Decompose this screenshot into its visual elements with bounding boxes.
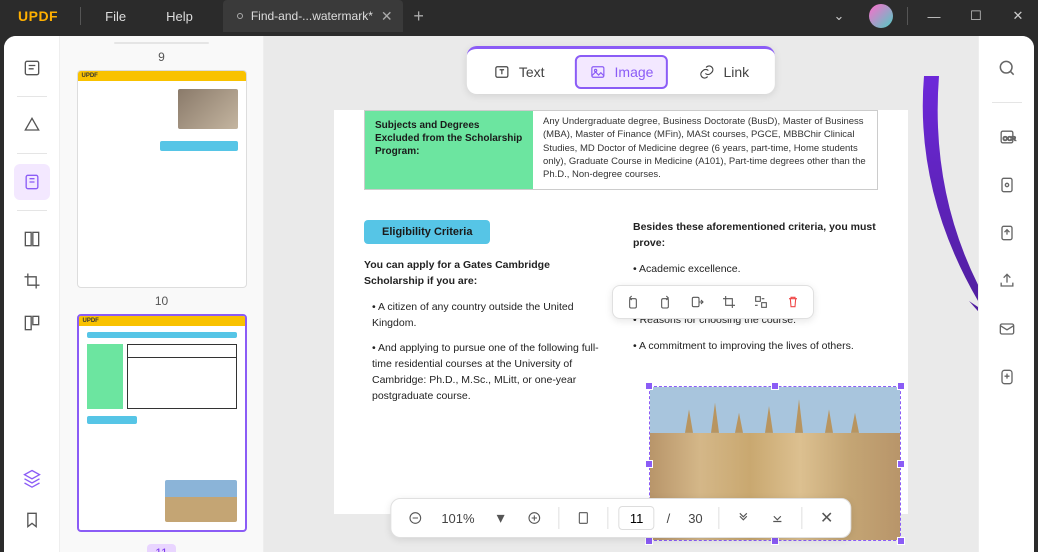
page-number-11: 11 bbox=[147, 544, 175, 552]
extract-icon[interactable] bbox=[683, 288, 711, 316]
document-area[interactable]: Text Image Link Subjects and Degrees Exc… bbox=[264, 36, 978, 552]
bottom-toolbar: 101% ▾ / 30 ✕ bbox=[390, 498, 851, 538]
right-rail: OCR bbox=[978, 36, 1034, 552]
image-tool-button[interactable]: Image bbox=[575, 55, 668, 89]
organize-icon[interactable] bbox=[14, 221, 50, 257]
image-edit-toolbar bbox=[612, 285, 814, 319]
user-avatar[interactable] bbox=[869, 4, 893, 28]
share-icon[interactable] bbox=[989, 263, 1025, 299]
excluded-subjects-body: Any Undergraduate degree, Business Docto… bbox=[533, 111, 877, 189]
rotate-left-icon[interactable] bbox=[619, 288, 647, 316]
bookmark-icon[interactable] bbox=[14, 502, 50, 538]
page-input: / 30 bbox=[619, 506, 709, 530]
menu-file[interactable]: File bbox=[85, 9, 146, 24]
thumbnail-panel[interactable]: 9 UPDF 10 UPDF 11 bbox=[60, 36, 264, 552]
maximize-icon[interactable]: ☐ bbox=[956, 0, 996, 32]
zoom-value: 101% bbox=[435, 511, 480, 526]
titlebar: UPDF File Help Find-and-...watermark* ✕ … bbox=[0, 0, 1038, 32]
tools-icon[interactable] bbox=[14, 305, 50, 341]
minimize-icon[interactable]: — bbox=[914, 0, 954, 32]
delete-icon[interactable] bbox=[779, 288, 807, 316]
protect-icon[interactable] bbox=[989, 167, 1025, 203]
resize-handle[interactable] bbox=[645, 460, 653, 468]
resize-handle[interactable] bbox=[645, 382, 653, 390]
rotate-right-icon[interactable] bbox=[651, 288, 679, 316]
page-separator: / bbox=[661, 511, 677, 526]
text-label: Text bbox=[519, 64, 545, 80]
print-icon[interactable] bbox=[989, 359, 1025, 395]
text-tool-button[interactable]: Text bbox=[481, 57, 557, 87]
page-total: 30 bbox=[682, 511, 708, 526]
image-label: Image bbox=[615, 64, 654, 80]
left-bullet-2: • And applying to pursue one of the foll… bbox=[364, 341, 609, 404]
close-icon[interactable]: ✕ bbox=[998, 0, 1038, 32]
svg-text:OCR: OCR bbox=[1002, 136, 1015, 142]
excluded-subjects-box: Subjects and Degrees Excluded from the S… bbox=[364, 110, 878, 190]
left-intro: You can apply for a Gates Cambridge Scho… bbox=[364, 259, 550, 287]
tab-title: Find-and-...watermark* bbox=[251, 9, 373, 23]
link-tool-button[interactable]: Link bbox=[685, 57, 761, 87]
page-number-10: 10 bbox=[74, 294, 249, 308]
add-tab-button[interactable]: + bbox=[403, 6, 435, 27]
right-bullet-4: • A commitment to improving the lives of… bbox=[633, 339, 878, 355]
resize-handle[interactable] bbox=[897, 537, 905, 545]
resize-handle[interactable] bbox=[645, 537, 653, 545]
divider bbox=[907, 7, 908, 25]
left-rail bbox=[4, 36, 60, 552]
excluded-subjects-heading: Subjects and Degrees Excluded from the S… bbox=[365, 111, 533, 189]
resize-handle[interactable] bbox=[771, 382, 779, 390]
right-bullet-1: • Academic excellence. bbox=[633, 262, 878, 278]
zoom-dropdown-icon[interactable]: ▾ bbox=[487, 504, 515, 532]
left-bullet-1: • A citizen of any country outside the U… bbox=[364, 300, 609, 332]
thumbnail-page-10[interactable]: UPDF bbox=[77, 70, 247, 288]
link-icon bbox=[697, 63, 715, 81]
ocr-icon[interactable]: OCR bbox=[989, 119, 1025, 155]
resize-handle[interactable] bbox=[897, 382, 905, 390]
layers-icon[interactable] bbox=[14, 460, 50, 496]
crop-image-icon[interactable] bbox=[715, 288, 743, 316]
page-last-icon[interactable] bbox=[764, 504, 792, 532]
tab-indicator-icon bbox=[237, 13, 243, 19]
document-tab[interactable]: Find-and-...watermark* ✕ bbox=[223, 0, 403, 32]
save-as-icon[interactable] bbox=[989, 215, 1025, 251]
link-label: Link bbox=[723, 64, 749, 80]
replace-icon[interactable] bbox=[747, 288, 775, 316]
menu-help[interactable]: Help bbox=[146, 9, 213, 24]
chevron-down-icon[interactable]: ⌄ bbox=[819, 0, 859, 32]
divider bbox=[80, 7, 81, 25]
page-number-input[interactable] bbox=[619, 506, 655, 530]
resize-handle[interactable] bbox=[771, 537, 779, 545]
page-down-icon[interactable] bbox=[730, 504, 758, 532]
email-icon[interactable] bbox=[989, 311, 1025, 347]
resize-handle[interactable] bbox=[897, 460, 905, 468]
workspace: 9 UPDF 10 UPDF 11 Text Image bbox=[4, 36, 1034, 552]
app-logo: UPDF bbox=[0, 8, 76, 24]
close-tab-icon[interactable]: ✕ bbox=[381, 8, 393, 25]
thumbnail-page-11[interactable]: UPDF bbox=[77, 314, 247, 532]
annotate-icon[interactable] bbox=[14, 107, 50, 143]
edit-icon[interactable] bbox=[14, 164, 50, 200]
fit-page-icon[interactable] bbox=[570, 504, 598, 532]
left-column: Eligibility Criteria You can apply for a… bbox=[364, 220, 609, 414]
criteria-heading: Eligibility Criteria bbox=[364, 220, 490, 244]
close-toolbar-icon[interactable]: ✕ bbox=[813, 504, 841, 532]
edit-toolbar: Text Image Link bbox=[467, 46, 775, 94]
page-number-9: 9 bbox=[74, 50, 249, 64]
search-icon[interactable] bbox=[989, 50, 1025, 86]
crop-icon[interactable] bbox=[14, 263, 50, 299]
image-icon bbox=[589, 63, 607, 81]
zoom-in-button[interactable] bbox=[521, 504, 549, 532]
right-intro: Besides these aforementioned criteria, y… bbox=[633, 221, 876, 249]
reader-icon[interactable] bbox=[14, 50, 50, 86]
annotation-arrow-icon bbox=[904, 76, 978, 356]
text-icon bbox=[493, 63, 511, 81]
zoom-out-button[interactable] bbox=[401, 504, 429, 532]
